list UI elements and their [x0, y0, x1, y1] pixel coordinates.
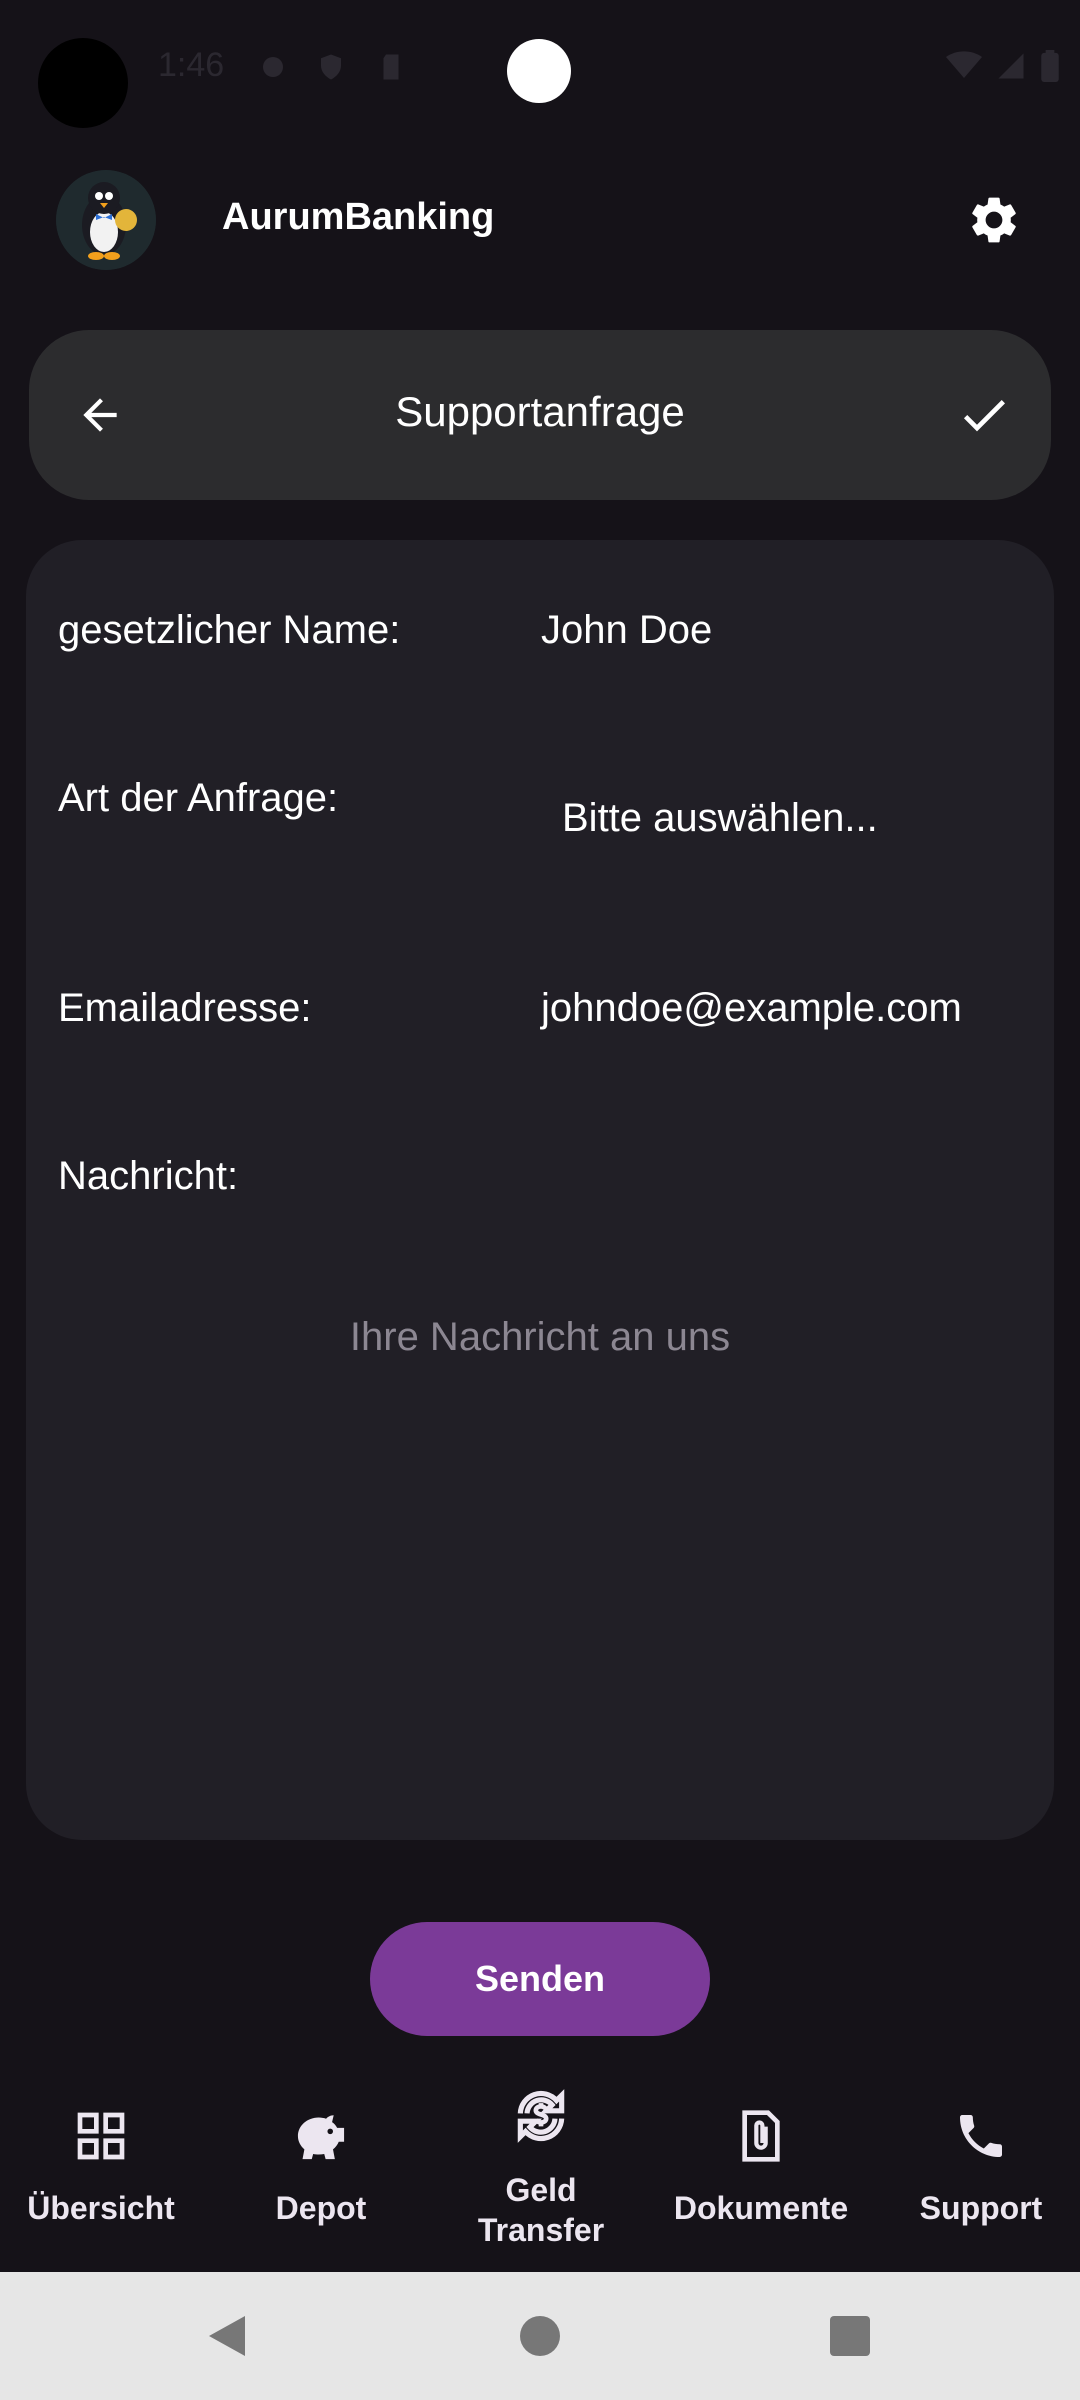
status-time: 1:46: [158, 46, 225, 84]
front-camera: [507, 39, 571, 103]
system-back-icon[interactable]: [205, 2312, 249, 2360]
settings-status-icon: [263, 57, 283, 77]
gear-icon: [972, 197, 1016, 243]
nav-label-money-transfer-line2: Transfer: [477, 2212, 605, 2248]
support-form-card: gesetzlicher Name: John Doe Art der Anfr…: [26, 540, 1054, 1840]
email-field[interactable]: johndoe@example.com: [541, 986, 962, 1031]
send-button[interactable]: Senden: [370, 1922, 710, 2036]
name-label: gesetzlicher Name:: [58, 608, 401, 652]
status-bar: 1:46: [0, 0, 1080, 140]
paperclip-document-icon: [727, 2102, 795, 2170]
status-right-icons: [946, 50, 1060, 82]
nav-item-support[interactable]: Support: [881, 2060, 1080, 2270]
message-label: Nachricht:: [58, 1154, 239, 1198]
piggy-bank-icon: [287, 2102, 355, 2170]
top-app-bar: Supportanfrage: [29, 330, 1051, 500]
shield-status-icon: [321, 54, 341, 80]
battery-icon: [1041, 50, 1059, 82]
page-title: Supportanfrage: [395, 388, 685, 435]
signal-icon: [998, 53, 1024, 79]
nav-item-overview[interactable]: Übersicht: [1, 2060, 201, 2270]
bottom-navigation: Übersicht Depot Geld Transfer Dokumente …: [0, 2060, 1080, 2270]
email-label: Emailadresse:: [58, 986, 312, 1030]
system-navigation-bar: [0, 2272, 1080, 2400]
nav-item-documents[interactable]: Dokumente: [661, 2060, 861, 2270]
message-input[interactable]: Ihre Nachricht an uns: [26, 1315, 1054, 1360]
sd-card-status-icon: [383, 54, 399, 80]
app-header: AurumBanking: [0, 160, 1080, 280]
penguin-mascot-icon: [56, 170, 156, 270]
grid-icon: [67, 2102, 135, 2170]
nav-label-documents: Dokumente: [673, 2190, 849, 2226]
nav-label-depot: Depot: [275, 2190, 367, 2226]
money-transfer-icon: [507, 2082, 575, 2150]
nav-item-depot[interactable]: Depot: [221, 2060, 421, 2270]
request-type-dropdown[interactable]: Bitte auswählen...: [562, 796, 878, 841]
system-recents-button[interactable]: [830, 2316, 870, 2356]
camera-cutout: [38, 38, 128, 128]
penguin-logo[interactable]: [56, 170, 156, 270]
app-title: AurumBanking: [222, 196, 495, 238]
wifi-icon: [946, 51, 982, 78]
check-icon: [963, 400, 1005, 432]
nav-item-money-transfer[interactable]: Geld Transfer: [441, 2060, 641, 2270]
nav-label-overview: Übersicht: [27, 2190, 175, 2226]
phone-icon: [947, 2102, 1015, 2170]
request-type-label: Art der Anfrage:: [58, 776, 339, 820]
settings-button[interactable]: [964, 190, 1024, 250]
name-value[interactable]: John Doe: [541, 608, 712, 653]
system-home-button[interactable]: [520, 2316, 560, 2356]
nav-label-support: Support: [919, 2190, 1043, 2226]
nav-label-money-transfer-line1: Geld: [505, 2172, 577, 2208]
confirm-button[interactable]: [947, 378, 1021, 452]
